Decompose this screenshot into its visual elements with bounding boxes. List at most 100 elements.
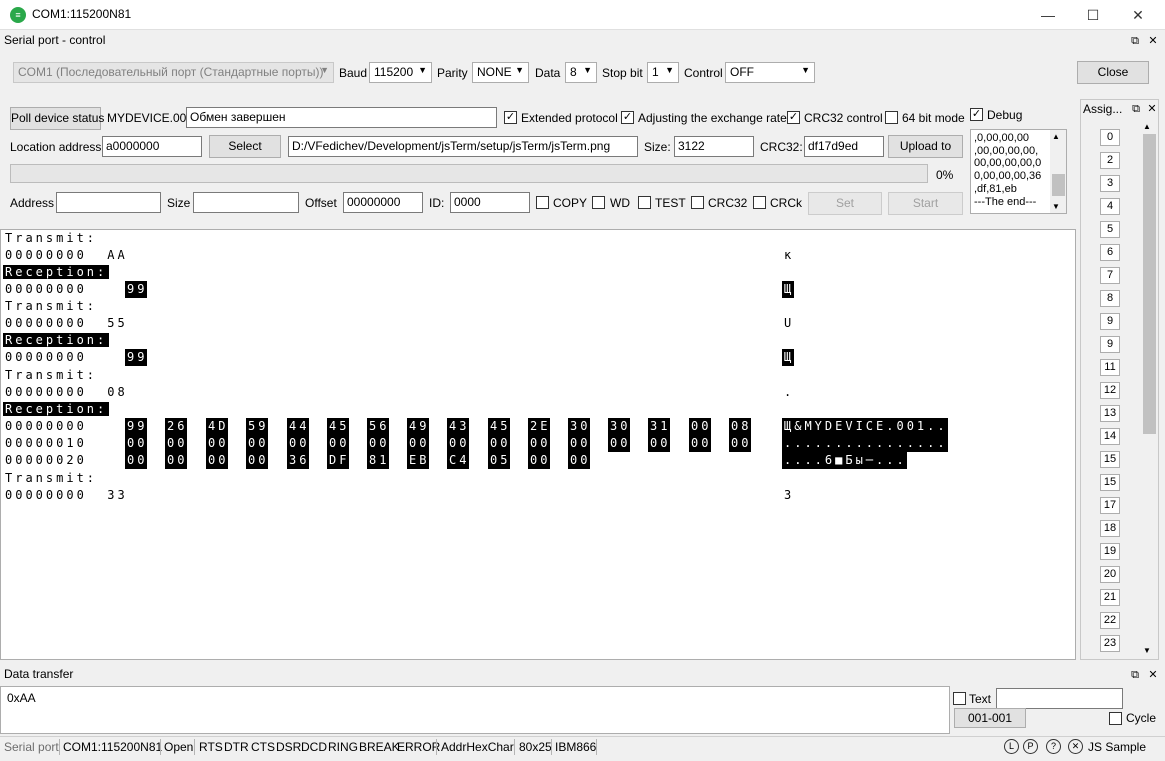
- scroll-thumb[interactable]: [1143, 134, 1156, 434]
- text-mode-checkbox[interactable]: [953, 692, 966, 705]
- poll-device-status-button[interactable]: Poll device status: [10, 107, 104, 130]
- terminal-view[interactable]: Transmit: 00000000 AA к Reception: 00000…: [0, 229, 1076, 660]
- assign-item[interactable]: 5: [1100, 221, 1120, 238]
- file-path-input[interactable]: D:/VFedichev/Development/jsTerm/setup/js…: [288, 136, 638, 157]
- line-hex: 08: [107, 385, 128, 399]
- data-select[interactable]: 8 ▼: [565, 62, 597, 83]
- start-button[interactable]: Start: [888, 192, 963, 215]
- adjusting-rate-checkbox[interactable]: ✓: [621, 111, 634, 124]
- scroll-down-icon[interactable]: ▼: [1143, 646, 1151, 655]
- copy-checkbox[interactable]: [536, 196, 549, 209]
- baud-label: Baud: [339, 66, 368, 80]
- assign-item[interactable]: 9: [1100, 313, 1120, 330]
- assign-item[interactable]: 15: [1100, 474, 1120, 491]
- baud-select[interactable]: 115200 ▼: [369, 62, 432, 83]
- l-icon[interactable]: L: [1004, 739, 1019, 754]
- assign-item[interactable]: 13: [1100, 405, 1120, 422]
- status-item: BREAK: [359, 740, 400, 754]
- close-icon[interactable]: ✕: [1146, 34, 1160, 48]
- window-title: COM1:115200N81: [32, 7, 132, 21]
- line-address: 00000000: [5, 248, 87, 262]
- assign-scrollbar[interactable]: ▲ ▼: [1141, 122, 1158, 658]
- line-ascii: U: [784, 316, 795, 330]
- assign-item[interactable]: 22: [1100, 612, 1120, 629]
- text-input[interactable]: [996, 688, 1123, 709]
- close-button[interactable]: Close: [1077, 61, 1149, 84]
- assign-item[interactable]: 23: [1100, 635, 1120, 652]
- float-icon[interactable]: ⧉: [1128, 34, 1142, 48]
- control-select[interactable]: OFF ▼: [725, 62, 815, 83]
- assign-item[interactable]: 6: [1100, 244, 1120, 261]
- size-input[interactable]: 3122: [674, 136, 754, 157]
- hex-byte: 00: [165, 435, 188, 452]
- assign-item[interactable]: 20: [1100, 566, 1120, 583]
- status-item: Open: [164, 740, 194, 754]
- extended-protocol-label: Extended protocol: [521, 111, 618, 125]
- offset-input[interactable]: 00000000: [343, 192, 423, 213]
- assign-item[interactable]: 3: [1100, 175, 1120, 192]
- set-button[interactable]: Set: [808, 192, 882, 215]
- bit64-mode-checkbox[interactable]: [885, 111, 898, 124]
- reception-header: Reception:: [3, 332, 110, 349]
- progress-percent: 0%: [936, 168, 954, 182]
- help-icon[interactable]: ?: [1046, 739, 1061, 754]
- assign-item[interactable]: 11: [1100, 359, 1120, 376]
- crc32-label: CRC32:: [760, 140, 803, 154]
- debug-log[interactable]: ,0,00,00,00 ,00,00,00,00, 00,00,00,00,0 …: [970, 129, 1067, 214]
- minimize-button[interactable]: —: [1025, 0, 1071, 30]
- crc32-input[interactable]: df17d9ed: [804, 136, 884, 157]
- assign-item[interactable]: 18: [1100, 520, 1120, 537]
- assign-item[interactable]: 14: [1100, 428, 1120, 445]
- assign-item[interactable]: 21: [1100, 589, 1120, 606]
- assign-item[interactable]: 4: [1100, 198, 1120, 215]
- line-ascii: к: [784, 248, 795, 262]
- close-icon[interactable]: ✕: [1146, 668, 1160, 682]
- scroll-thumb[interactable]: [1052, 174, 1065, 196]
- address-input[interactable]: [56, 192, 161, 213]
- scroll-down-icon[interactable]: ▼: [1052, 202, 1060, 211]
- assign-item[interactable]: 9: [1100, 336, 1120, 353]
- port-select[interactable]: COM1 (Последовательный порт (Стандартные…: [13, 62, 334, 83]
- crck-checkbox[interactable]: [753, 196, 766, 209]
- float-icon[interactable]: ⧉: [1129, 102, 1143, 116]
- test-label: TEST: [655, 196, 686, 210]
- assign-item[interactable]: 12: [1100, 382, 1120, 399]
- close-icon[interactable]: ✕: [1145, 102, 1159, 116]
- p-icon[interactable]: P: [1023, 739, 1038, 754]
- cycle-checkbox[interactable]: [1109, 712, 1122, 725]
- scroll-up-icon[interactable]: ▲: [1052, 132, 1060, 141]
- assign-item[interactable]: 17: [1100, 497, 1120, 514]
- title-bar: ≡ COM1:115200N81 — ☐ ✕: [0, 0, 1165, 30]
- hex-byte: 00: [689, 418, 712, 435]
- assign-item[interactable]: 8: [1100, 290, 1120, 307]
- id-input[interactable]: 0000: [450, 192, 530, 213]
- assign-item[interactable]: 2: [1100, 152, 1120, 169]
- scroll-up-icon[interactable]: ▲: [1143, 122, 1151, 131]
- assign-item[interactable]: 7: [1100, 267, 1120, 284]
- counter-button[interactable]: 001-001: [954, 708, 1026, 728]
- hex-byte: 05: [488, 452, 511, 469]
- hex-byte: 99: [125, 349, 148, 366]
- upload-to-button[interactable]: Upload to: [888, 135, 963, 158]
- close-circle-icon[interactable]: ✕: [1068, 739, 1083, 754]
- stopbit-select[interactable]: 1 ▼: [647, 62, 679, 83]
- float-icon[interactable]: ⧉: [1128, 668, 1142, 682]
- close-window-button[interactable]: ✕: [1115, 0, 1161, 30]
- wd-checkbox[interactable]: [592, 196, 605, 209]
- extended-protocol-checkbox[interactable]: ✓: [504, 111, 517, 124]
- debug-checkbox[interactable]: ✓: [970, 108, 983, 121]
- debug-log-scrollbar[interactable]: ▲ ▼: [1050, 130, 1066, 213]
- assign-item[interactable]: 19: [1100, 543, 1120, 560]
- parity-select[interactable]: NONE ▼: [472, 62, 529, 83]
- size2-input[interactable]: [193, 192, 299, 213]
- test-checkbox[interactable]: [638, 196, 651, 209]
- assign-item[interactable]: 0: [1100, 129, 1120, 146]
- location-address-input[interactable]: a0000000: [102, 136, 202, 157]
- select-button[interactable]: Select: [209, 135, 281, 158]
- crc32-option-checkbox[interactable]: [691, 196, 704, 209]
- data-transfer-input[interactable]: 0xAA: [0, 686, 950, 734]
- maximize-button[interactable]: ☐: [1070, 0, 1116, 30]
- assign-item[interactable]: 15: [1100, 451, 1120, 468]
- crc32-control-checkbox[interactable]: ✓: [787, 111, 800, 124]
- device-status-field[interactable]: Обмен завершен: [186, 107, 497, 128]
